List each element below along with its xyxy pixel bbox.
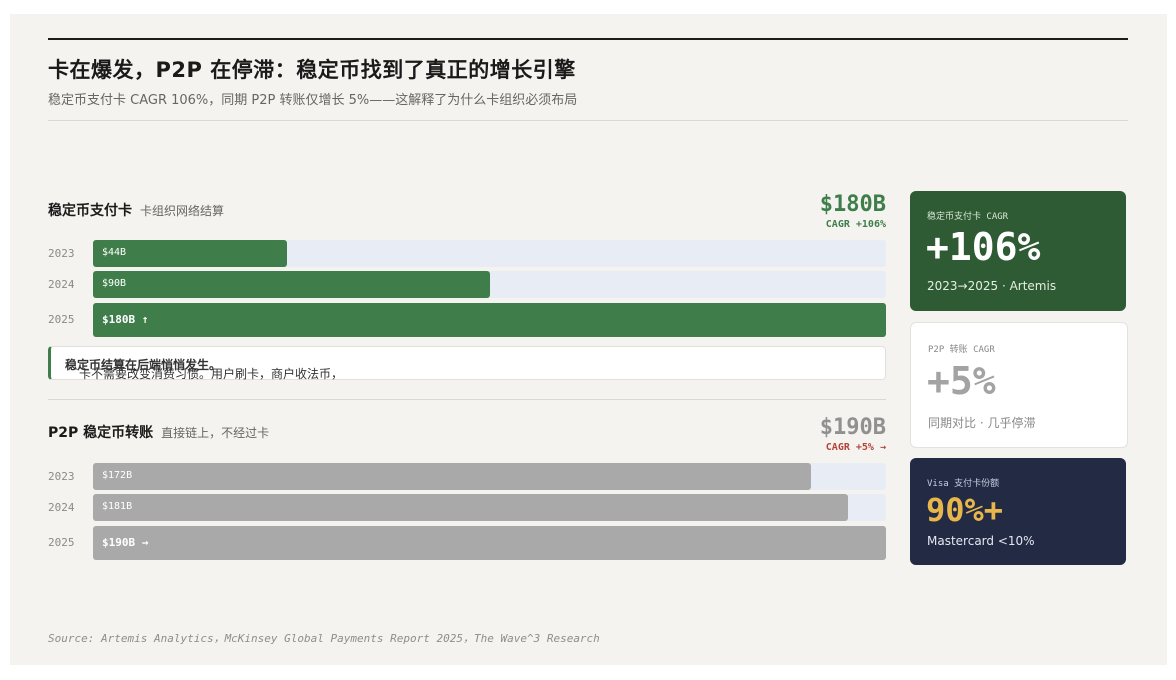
page-subtitle: 稳定币支付卡 CAGR 106%，同期 P2P 转账仅增长 5%——这解释了为什… <box>48 93 578 108</box>
p2p-total-value: $190B <box>819 415 886 440</box>
source-note: Source: Artemis Analytics，McKinsey Globa… <box>48 632 600 645</box>
card-section-heading: 稳定币支付卡 <box>48 203 132 219</box>
year-tick-label: 2025 <box>48 536 75 549</box>
stat-value: +5% <box>927 359 996 403</box>
section-divider <box>48 399 886 400</box>
slide: 卡在爆发，P2P 在停滞：稳定币找到了真正的增长引擎 稳定币支付卡 CAGR 1… <box>10 14 1167 665</box>
top-rule <box>48 38 1128 40</box>
bar-row: 2023 $44B <box>48 240 886 267</box>
card-section-note: 卡组织网络结算 <box>140 204 225 218</box>
year-tick-label: 2023 <box>48 469 75 483</box>
callout-body: 卡不需要改变消费习惯。用户刷卡，商户收法币， <box>79 367 344 381</box>
insight-callout: 卡不需要改变消费习惯。用户刷卡，商户收法币， 稳定币结算在后端悄悄发生。 <box>48 346 886 381</box>
bar <box>93 271 490 298</box>
year-tick-label: 2024 <box>48 500 75 514</box>
stat-label: Visa 支付卡份额 <box>927 479 1000 489</box>
bar-value-label: $180B ↑ <box>102 313 149 326</box>
callout-text: 卡不需要改变消费习惯。用户刷卡，商户收法币， 稳定币结算在后端悄悄发生。 <box>65 356 343 381</box>
bar-track: $172B <box>93 463 886 490</box>
bar-value-label: $90B <box>102 277 127 289</box>
stat-note: Mastercard <10% <box>927 534 1035 548</box>
bar-value-label: $44B <box>102 246 127 258</box>
stat-note: 2023→2025 · Artemis <box>927 279 1057 293</box>
bar-track: $181B <box>93 494 886 521</box>
bar-row: 2024 $90B <box>48 271 886 298</box>
p2p-section-heading: P2P 稳定币转账 <box>48 425 154 441</box>
bar <box>93 526 886 560</box>
card-total-value: $180B <box>819 192 886 217</box>
p2p-section-note: 直接链上，不经过卡 <box>161 426 270 440</box>
bar-track: $44B <box>93 240 886 267</box>
bar-row: 2024 $181B <box>48 494 886 521</box>
bar <box>93 303 886 337</box>
stat-value: +106% <box>926 225 1041 269</box>
stat-label: P2P 转账 CAGR <box>928 345 995 355</box>
page-title: 卡在爆发，P2P 在停滞：稳定币找到了真正的增长引擎 <box>48 58 576 82</box>
p2p-cagr-label: CAGR +5% → <box>825 442 886 453</box>
bar <box>93 494 848 521</box>
year-tick-label: 2025 <box>48 313 75 326</box>
bar-track: $90B <box>93 271 886 298</box>
card-cagr-label: CAGR +106% <box>825 219 886 230</box>
year-tick-label: 2024 <box>48 277 75 291</box>
bar-value-label: $190B → <box>102 536 149 549</box>
header-divider <box>48 120 1128 121</box>
card-cagr-stat: 稳定币支付卡 CAGR +106% 2023→2025 · Artemis <box>910 191 1126 311</box>
stat-value: 90%+ <box>926 491 1004 529</box>
bar-row: 2025 $190B → <box>48 526 886 560</box>
stat-note: 同期对比 · 几乎停滞 <box>928 416 1036 430</box>
bar-row: 2023 $172B <box>48 463 886 490</box>
visa-share-stat: Visa 支付卡份额 90%+ Mastercard <10% <box>910 458 1126 565</box>
bar-value-label: $172B <box>102 469 133 481</box>
year-tick-label: 2023 <box>48 246 75 260</box>
p2p-cagr-stat: P2P 转账 CAGR +5% 同期对比 · 几乎停滞 <box>910 322 1128 448</box>
bar-value-label: $181B <box>102 500 133 512</box>
p2p-section-title: P2P 稳定币转账 直接链上，不经过卡 <box>48 422 269 442</box>
bar <box>93 463 811 490</box>
card-section-title: 稳定币支付卡 卡组织网络结算 <box>48 200 224 220</box>
bar-track: $180B ↑ <box>93 303 886 337</box>
stat-label: 稳定币支付卡 CAGR <box>927 212 1009 222</box>
bar-row: 2025 $180B ↑ <box>48 303 886 337</box>
bar-track: $190B → <box>93 526 886 560</box>
